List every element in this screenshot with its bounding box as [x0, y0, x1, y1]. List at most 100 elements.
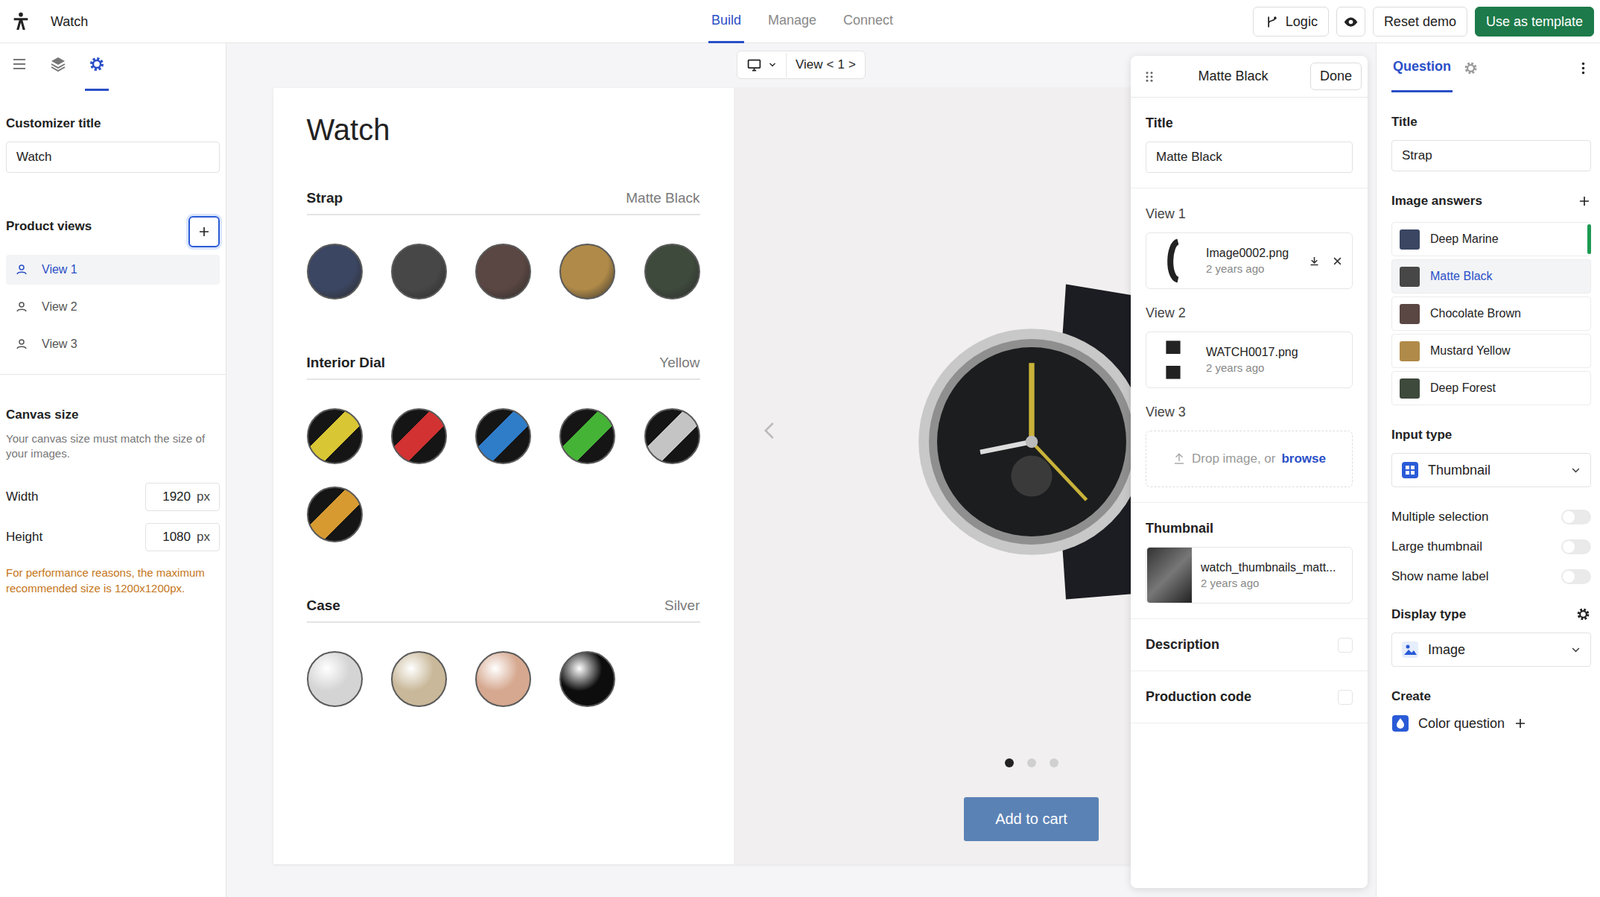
drop-zone[interactable]: Drop image, orbrowse: [1145, 430, 1353, 488]
answer-item[interactable]: Chocolate Brown: [1391, 296, 1592, 331]
nav-tab[interactable]: Build: [708, 0, 745, 44]
logo-icon[interactable]: [10, 11, 32, 33]
swatch[interactable]: [391, 243, 447, 300]
view-switcher[interactable]: View<1>: [786, 52, 865, 77]
swatch[interactable]: [306, 651, 363, 707]
toggle-switch[interactable]: [1561, 569, 1592, 584]
create-color-question[interactable]: Color question: [1391, 714, 1592, 733]
answer-item[interactable]: Mustard Yellow: [1391, 333, 1592, 368]
editor-view: View 2 WATCH0017.png2 years ago: [1145, 305, 1353, 389]
answer-name: Chocolate Brown: [1430, 306, 1583, 321]
input-type-select[interactable]: Thumbnail: [1391, 452, 1592, 488]
width-label: Width: [5, 489, 38, 505]
width-row: Width 1920px: [5, 482, 220, 511]
swatch[interactable]: [559, 243, 616, 300]
swatch-grid: [306, 408, 701, 543]
question-tab[interactable]: Question: [1391, 43, 1453, 93]
drag-handle-icon[interactable]: [1142, 70, 1157, 84]
chevron-down-icon: [1570, 644, 1582, 656]
view-item[interactable]: View 1: [5, 254, 220, 285]
editor-option-checkbox[interactable]: [1337, 637, 1353, 653]
toggle-label: Show name label: [1391, 569, 1489, 584]
image-icon: [1401, 640, 1419, 659]
height-input[interactable]: 1080px: [145, 522, 220, 552]
answer-item[interactable]: Matte Black: [1391, 259, 1592, 294]
editor-option: Description: [1130, 618, 1368, 672]
swatch[interactable]: [306, 408, 363, 465]
preview-button[interactable]: [1336, 6, 1366, 37]
toggle-switch[interactable]: [1561, 539, 1592, 555]
editor-title-input[interactable]: Matte Black: [1145, 141, 1353, 173]
swatch[interactable]: [391, 651, 447, 707]
swatch[interactable]: [644, 408, 701, 465]
use-template-button[interactable]: Use as template: [1474, 6, 1595, 37]
swatch[interactable]: [306, 486, 363, 543]
answer-item[interactable]: Deep Marine: [1391, 221, 1592, 257]
swatch[interactable]: [475, 651, 532, 707]
swatch-grid: [306, 651, 701, 707]
branch-icon: [1264, 14, 1280, 30]
create-section: CreateColor question: [1391, 666, 1592, 733]
editor-option-checkbox[interactable]: [1337, 689, 1353, 705]
download-icon[interactable]: [1308, 255, 1320, 267]
view-item[interactable]: View 2: [5, 291, 220, 322]
image-answers-header: Image answers: [1391, 193, 1592, 209]
swatch[interactable]: [644, 243, 701, 300]
swatch[interactable]: [559, 651, 616, 707]
swatch[interactable]: [475, 243, 532, 300]
customizer-title-input[interactable]: Watch: [5, 141, 220, 173]
file-name: watch_thumbnails_matt...: [1200, 560, 1344, 575]
chevron-left-icon[interactable]: [759, 419, 782, 442]
reset-demo-button[interactable]: Reset demo: [1372, 6, 1468, 37]
width-unit: px: [196, 489, 211, 505]
plus-icon[interactable]: [1577, 194, 1592, 208]
close-icon[interactable]: [1331, 255, 1344, 267]
brand: Watch: [10, 11, 709, 33]
plus-icon: [197, 224, 211, 239]
add-view-button[interactable]: [188, 216, 220, 248]
logic-button[interactable]: Logic: [1252, 6, 1329, 37]
thumbnail-file[interactable]: watch_thumbnails_matt...2 years ago: [1145, 546, 1353, 604]
editor-view-label: View 2: [1145, 305, 1353, 322]
view-dot[interactable]: [1004, 758, 1014, 768]
question-value: Silver: [664, 597, 701, 614]
left-tab[interactable]: [46, 43, 71, 91]
add-to-cart-button[interactable]: Add to cart: [963, 797, 1099, 841]
swatch[interactable]: [475, 408, 532, 465]
toggle-label: Large thumbnail: [1391, 539, 1483, 555]
device-select[interactable]: [737, 52, 787, 78]
height-value: 1080: [162, 529, 191, 545]
logic-label: Logic: [1285, 14, 1318, 30]
swatch[interactable]: [559, 408, 616, 465]
done-button[interactable]: Done: [1310, 62, 1362, 91]
left-tab[interactable]: [84, 43, 109, 91]
file-item[interactable]: Image0002.png2 years ago: [1145, 232, 1353, 290]
editor-option: Production code: [1130, 671, 1368, 724]
left-tab[interactable]: [7, 43, 32, 91]
kebab-menu-icon[interactable]: [1575, 60, 1592, 76]
browse-link[interactable]: browse: [1281, 451, 1326, 467]
swatch[interactable]: [306, 243, 363, 300]
answer-item[interactable]: Deep Forest: [1391, 370, 1592, 406]
editor-view-label: View 1: [1145, 206, 1353, 222]
nav-tab[interactable]: Connect: [840, 0, 897, 44]
question-section: StrapMatte Black: [306, 189, 701, 300]
answer-swatch: [1399, 341, 1420, 362]
file-item[interactable]: WATCH0017.png2 years ago: [1145, 331, 1353, 389]
gear-icon[interactable]: [1575, 606, 1592, 622]
view-dot[interactable]: [1027, 758, 1037, 768]
view-label: View 3: [41, 337, 78, 351]
view-prev[interactable]: <: [826, 57, 835, 73]
view-next[interactable]: >: [848, 57, 856, 73]
swatch[interactable]: [391, 408, 447, 465]
width-input[interactable]: 1920px: [145, 482, 220, 511]
toggle-switch[interactable]: [1561, 509, 1592, 525]
nav-tab[interactable]: Manage: [764, 0, 820, 44]
view-item[interactable]: View 3: [5, 329, 220, 360]
gear-icon[interactable]: [1462, 60, 1479, 76]
display-type-select[interactable]: Image: [1391, 632, 1592, 667]
thumbnail-section: Thumbnailwatch_thumbnails_matt...2 years…: [1130, 502, 1368, 619]
question-title-input[interactable]: Strap: [1391, 140, 1592, 172]
canvas-size-section: Canvas sizeYour canvas size must match t…: [5, 374, 220, 596]
view-dot[interactable]: [1049, 758, 1059, 768]
